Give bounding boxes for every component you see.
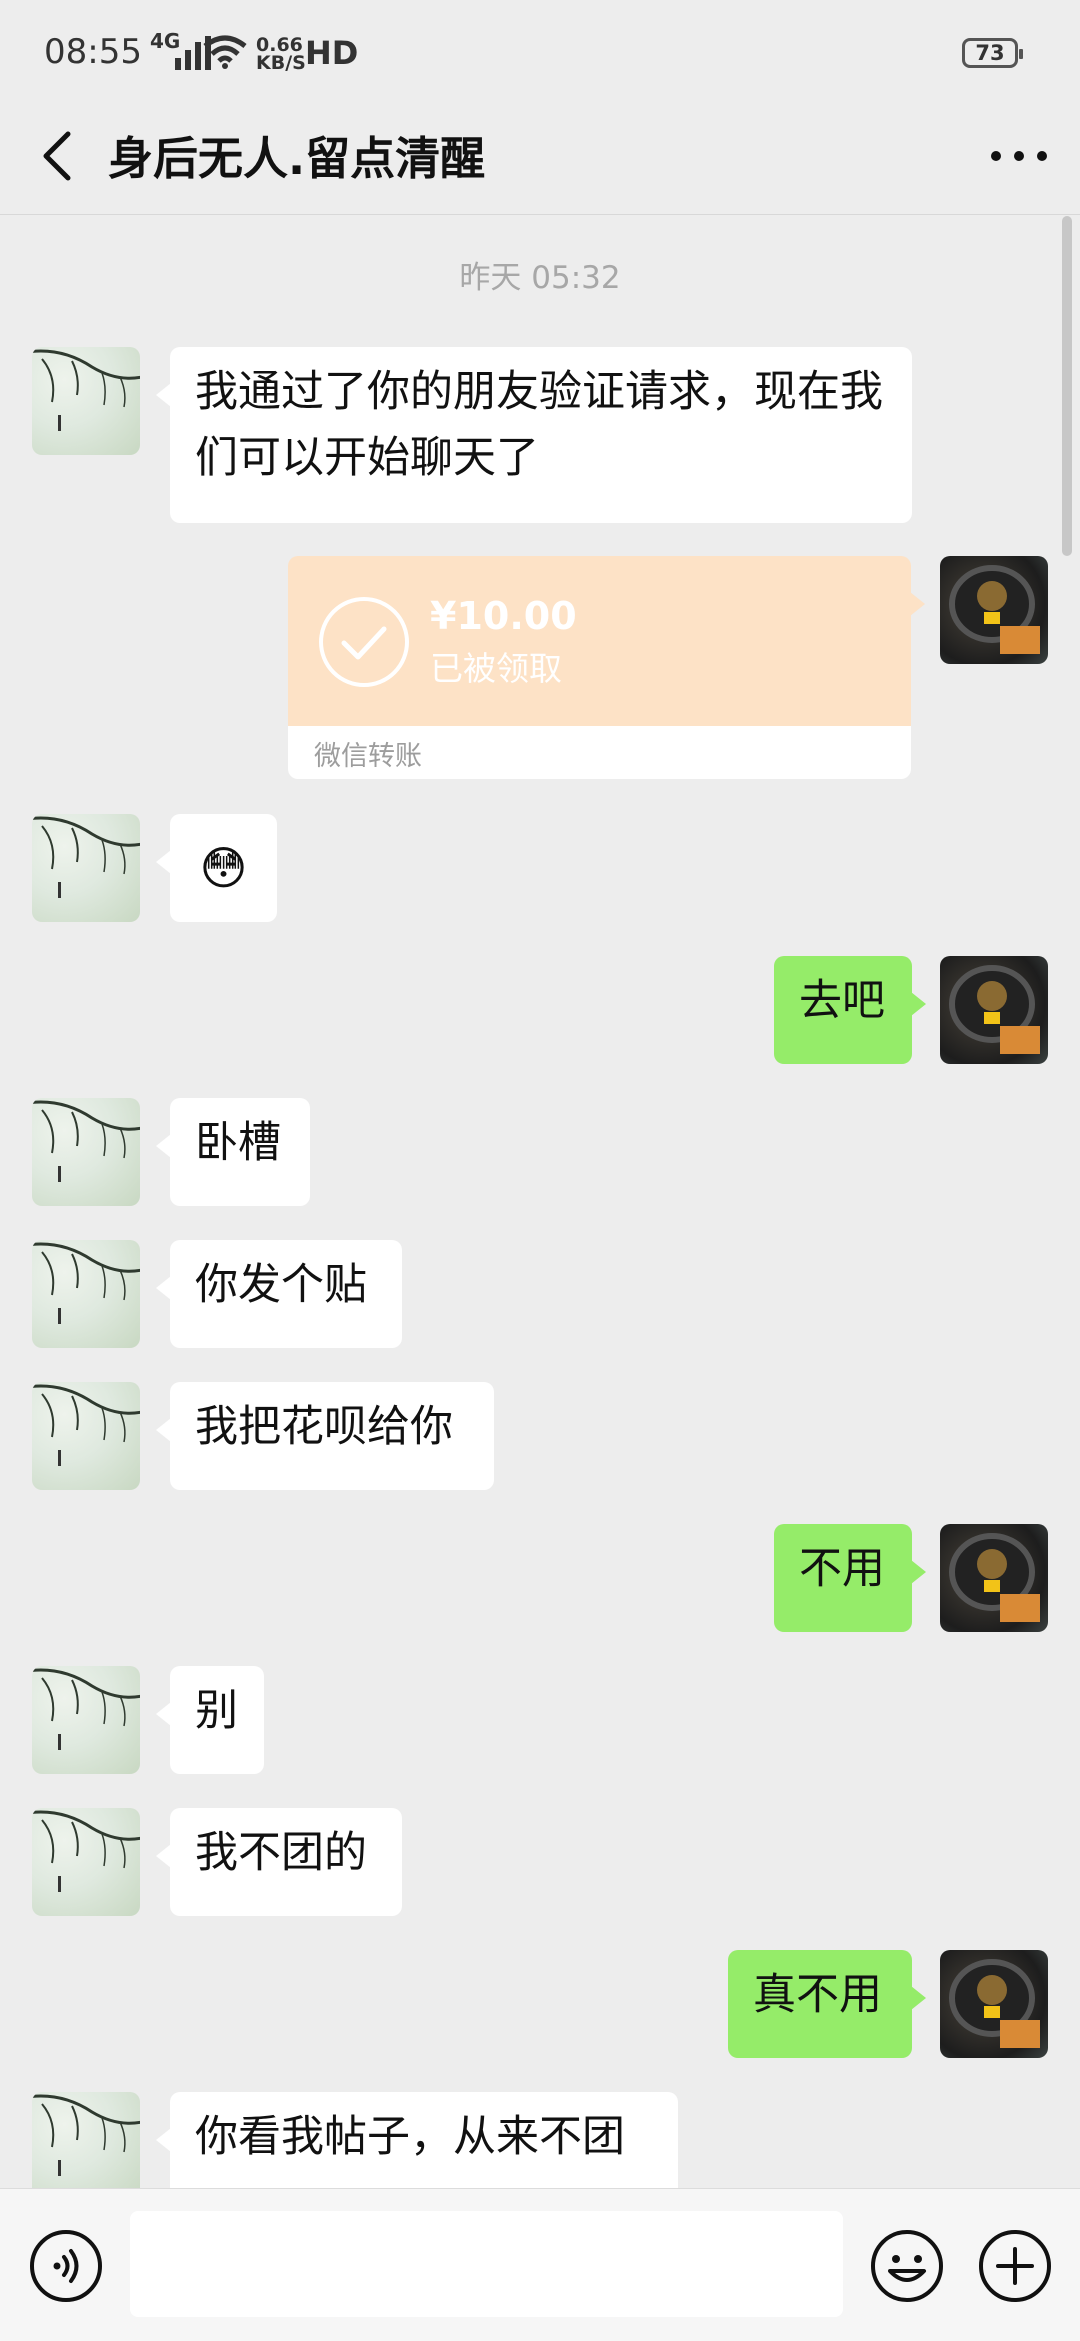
my-avatar[interactable] [940, 1950, 1048, 2058]
hd-indicator: HD [305, 34, 359, 72]
more-options-icon[interactable] [986, 126, 1052, 186]
my-avatar[interactable] [940, 556, 1048, 664]
transfer-status: 已被领取 [430, 649, 562, 688]
transfer-amount: ¥10.00 [430, 594, 577, 638]
transfer-card[interactable]: ¥10.00 已被领取 微信转账 [288, 556, 925, 779]
message-bubble-incoming[interactable]: 你看我帖子，从来不团 [156, 2092, 678, 2200]
network-speed: 0.66 KB/S [256, 36, 306, 74]
emoji-icon[interactable] [870, 2229, 944, 2303]
plus-icon[interactable] [978, 2229, 1052, 2303]
message-text: 你发个贴 [195, 1260, 367, 1310]
message-bubble-outgoing[interactable]: 不用 [774, 1524, 926, 1632]
flushed-emoji-icon: 😳 [199, 841, 248, 895]
status-time: 08:55 [44, 32, 142, 72]
message-bubble-incoming[interactable]: 😳 [156, 814, 277, 922]
check-circle-icon [319, 597, 409, 687]
transfer-label: 微信转账 [314, 741, 422, 772]
my-avatar[interactable] [940, 1524, 1048, 1632]
message-bubble-outgoing[interactable]: 去吧 [774, 956, 926, 1064]
message-bubble-outgoing[interactable]: 真不用 [728, 1950, 926, 2058]
message-bubble-incoming[interactable]: 我不团的 [156, 1808, 402, 1916]
message-text: 不用 [799, 1544, 885, 1594]
input-bar [0, 2188, 1080, 2341]
contact-avatar[interactable] [32, 1808, 140, 1916]
message-bubble-incoming[interactable]: 卧槽 [156, 1098, 310, 1206]
message-bubble-incoming[interactable]: 我把花呗给你 [156, 1382, 494, 1490]
contact-avatar[interactable] [32, 1382, 140, 1490]
contact-avatar[interactable] [32, 1666, 140, 1774]
voice-icon[interactable] [29, 2229, 103, 2303]
contact-avatar[interactable] [32, 1098, 140, 1206]
battery-icon: 73 [962, 38, 1023, 68]
message-text: 我把花呗给你 [195, 1402, 453, 1452]
contact-avatar[interactable] [32, 347, 140, 455]
transfer-card-top: ¥10.00 已被领取 [288, 556, 911, 726]
message-text: 你看我帖子，从来不团 [195, 2112, 625, 2162]
chat-header: 身后无人.留点清醒 [0, 104, 1080, 215]
message-text: 真不用 [753, 1970, 882, 2020]
transfer-card-bottom: 微信转账 [288, 726, 911, 779]
battery-level: 73 [975, 41, 1005, 65]
back-icon[interactable] [30, 124, 94, 188]
message-text: 我通过了你的朋友验证请求，现在我们可以开始聊天了 [195, 367, 883, 483]
message-text: 卧槽 [195, 1118, 281, 1168]
message-bubble-incoming[interactable]: 我通过了你的朋友验证请求，现在我们可以开始聊天了 [156, 347, 912, 523]
contact-avatar[interactable] [32, 1240, 140, 1348]
message-bubble-incoming[interactable]: 别 [156, 1666, 264, 1774]
chat-title: 身后无人.留点清醒 [108, 132, 486, 185]
message-timestamp: 昨天 05:32 [459, 260, 621, 296]
status-bar: 08:55 4G 0.66 KB/S HD 73 [0, 0, 1080, 104]
contact-avatar[interactable] [32, 2092, 140, 2200]
message-input[interactable] [130, 2211, 843, 2317]
speed-unit: KB/S [256, 52, 306, 74]
message-text: 别 [195, 1686, 238, 1736]
my-avatar[interactable] [940, 956, 1048, 1064]
contact-avatar[interactable] [32, 814, 140, 922]
message-text: 去吧 [799, 976, 885, 1026]
message-bubble-incoming[interactable]: 你发个贴 [156, 1240, 402, 1348]
message-text: 我不团的 [195, 1828, 367, 1878]
wifi-icon [203, 35, 247, 69]
